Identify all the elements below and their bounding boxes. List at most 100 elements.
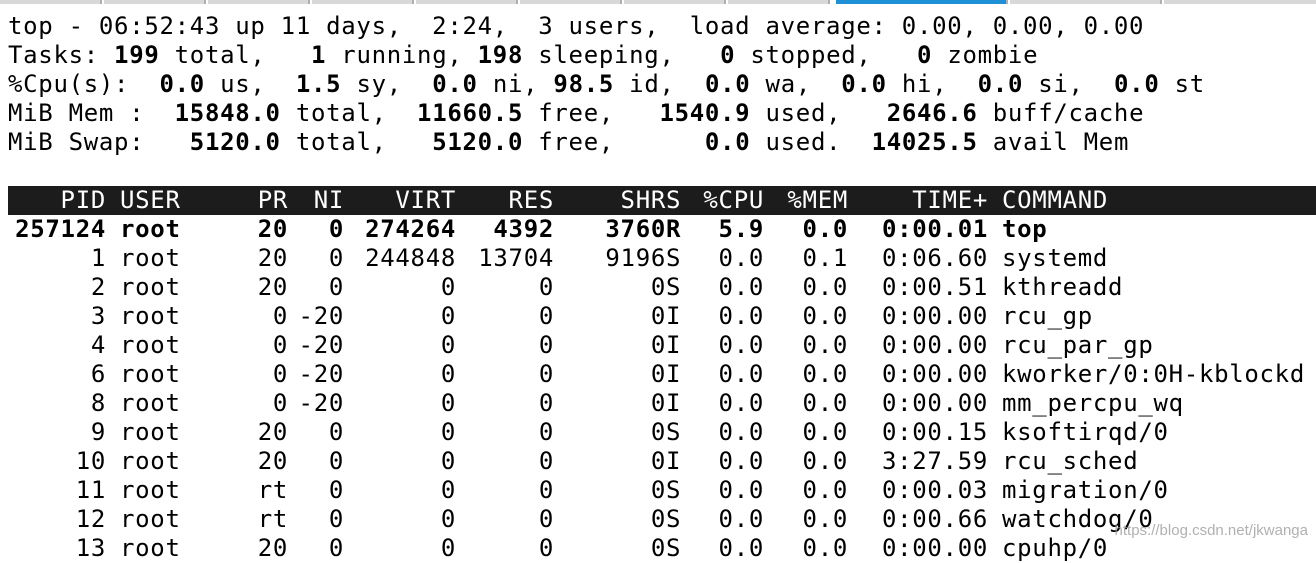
process-cpu: 0.0 <box>718 418 764 446</box>
terminal-tab-active[interactable] <box>836 0 1008 4</box>
process-shr: 9196 <box>605 244 666 272</box>
process-mem: 0.1 <box>802 244 848 272</box>
terminal-tab[interactable] <box>728 0 830 4</box>
column-header-ni: NI <box>313 186 344 214</box>
process-ni: 0 <box>328 418 344 446</box>
process-time: 3:27.59 <box>881 447 988 475</box>
process-mem: 0.0 <box>802 273 848 301</box>
process-row[interactable]: 4 root 0 -20 0 0 0 I 0.0 0.0 0:00.00 rcu_par_gp <box>8 331 1316 360</box>
process-res: 0 <box>538 447 554 475</box>
process-pr: 20 <box>257 244 288 272</box>
process-pid: 2 <box>90 273 106 301</box>
process-cpu: 0.0 <box>718 505 764 533</box>
process-ni: -20 <box>298 389 344 417</box>
process-pid: 10 <box>75 447 106 475</box>
column-header-shr: SHR <box>620 186 666 214</box>
process-user: root <box>120 215 181 243</box>
process-time: 0:00.51 <box>881 273 988 301</box>
process-command: mm_percpu_wq <box>1002 389 1184 417</box>
process-ni: 0 <box>328 215 344 243</box>
tasks-line: Tasks: 199 total, 1 running, 198 sleepin… <box>8 41 1039 69</box>
process-mem: 0.0 <box>802 215 848 243</box>
process-time: 0:00.15 <box>881 418 988 446</box>
mem-line: MiB Mem : 15848.0 total, 11660.5 free, 1… <box>8 99 1145 127</box>
swap-line: MiB Swap: 5120.0 total, 5120.0 free, 0.0… <box>8 128 1130 156</box>
process-command: kworker/0:0H-kblockd <box>1002 360 1305 388</box>
process-cpu: 5.9 <box>718 215 764 243</box>
process-pr: 0 <box>272 331 288 359</box>
process-shr: 0 <box>650 447 666 475</box>
process-cpu: 0.0 <box>718 244 764 272</box>
terminal-tab[interactable] <box>1164 0 1316 4</box>
terminal-tab[interactable] <box>0 0 102 4</box>
terminal-tab-strip <box>0 0 1316 6</box>
process-user: root <box>120 505 181 533</box>
terminal-tab[interactable] <box>1010 0 1162 4</box>
process-mem: 0.0 <box>802 331 848 359</box>
process-state: I <box>666 331 682 359</box>
process-user: root <box>120 360 181 388</box>
process-row[interactable]: 8 root 0 -20 0 0 0 I 0.0 0.0 0:00.00 mm_percpu_wq <box>8 389 1316 418</box>
process-res: 0 <box>538 476 554 504</box>
process-shr: 0 <box>650 302 666 330</box>
process-state: S <box>666 273 682 301</box>
terminal-tab[interactable] <box>312 0 414 4</box>
process-user: root <box>120 476 181 504</box>
process-command: top <box>1002 215 1048 243</box>
column-header-mem: %MEM <box>787 186 848 214</box>
process-pr: rt <box>257 505 288 533</box>
process-pr: 20 <box>257 418 288 446</box>
terminal-tab[interactable] <box>520 0 622 4</box>
watermark: https://blog.csdn.net/jkwanga <box>1114 522 1308 539</box>
process-pid: 8 <box>90 389 106 417</box>
process-command: rcu_par_gp <box>1002 331 1154 359</box>
process-time: 0:00.00 <box>881 389 988 417</box>
process-cpu: 0.0 <box>718 273 764 301</box>
process-row[interactable]: 3 root 0 -20 0 0 0 I 0.0 0.0 0:00.00 rcu_gp <box>8 302 1316 331</box>
process-user: root <box>120 273 181 301</box>
process-shr: 0 <box>650 360 666 388</box>
process-pr: 0 <box>272 360 288 388</box>
process-row[interactable]: 10 root 20 0 0 0 0 I 0.0 0.0 3:27.59 rcu_sched <box>8 447 1316 476</box>
process-pr: 20 <box>257 447 288 475</box>
process-row[interactable]: 6 root 0 -20 0 0 0 I 0.0 0.0 0:00.00 kworker/0:0H-k… <box>8 360 1316 389</box>
process-mem: 0.0 <box>802 447 848 475</box>
process-pr: 0 <box>272 302 288 330</box>
process-res: 0 <box>538 389 554 417</box>
process-command: migration/0 <box>1002 476 1169 504</box>
process-row[interactable]: 1 root 20 0 244848 13704 9196 S 0.0 0.1 0:06.60 sys… <box>8 244 1316 273</box>
process-user: root <box>120 389 181 417</box>
process-pid: 3 <box>90 302 106 330</box>
process-cpu: 0.0 <box>718 302 764 330</box>
process-time: 0:00.00 <box>881 360 988 388</box>
process-time: 0:00.01 <box>881 215 988 243</box>
column-header-pid: PID <box>60 186 106 214</box>
process-row[interactable]: 257124 root 20 0 274264 4392 3760 R 5.9 0.0 0:00.0… <box>8 215 1316 244</box>
process-row[interactable]: 9 root 20 0 0 0 0 S 0.0 0.0 0:00.15 ksoftirqd/0 <box>8 418 1316 447</box>
terminal-tab[interactable] <box>416 0 518 4</box>
column-header-command: COMMAND <box>1002 186 1109 214</box>
process-shr: 0 <box>650 476 666 504</box>
process-time: 0:00.00 <box>881 331 988 359</box>
process-user: root <box>120 244 181 272</box>
process-mem: 0.0 <box>802 505 848 533</box>
process-ni: 0 <box>328 476 344 504</box>
terminal-tab[interactable] <box>208 0 310 4</box>
process-shr: 0 <box>650 273 666 301</box>
process-row[interactable]: 11 root rt 0 0 0 0 S 0.0 0.0 0:00.03 migration/0 <box>8 476 1316 505</box>
process-pid: 9 <box>90 418 106 446</box>
process-ni: -20 <box>298 331 344 359</box>
process-virt: 0 <box>440 418 456 446</box>
process-time: 0:06.60 <box>881 244 988 272</box>
process-state: I <box>666 447 682 475</box>
process-virt: 0 <box>440 273 456 301</box>
process-res: 0 <box>538 331 554 359</box>
process-res: 0 <box>538 302 554 330</box>
process-row[interactable]: 2 root 20 0 0 0 0 S 0.0 0.0 0:00.51 kthreadd <box>8 273 1316 302</box>
process-virt: 274264 <box>365 215 456 243</box>
terminal-tab[interactable] <box>624 0 726 4</box>
process-user: root <box>120 331 181 359</box>
process-res: 0 <box>538 360 554 388</box>
column-header-user: USER <box>120 186 181 214</box>
terminal-tab[interactable] <box>104 0 206 4</box>
